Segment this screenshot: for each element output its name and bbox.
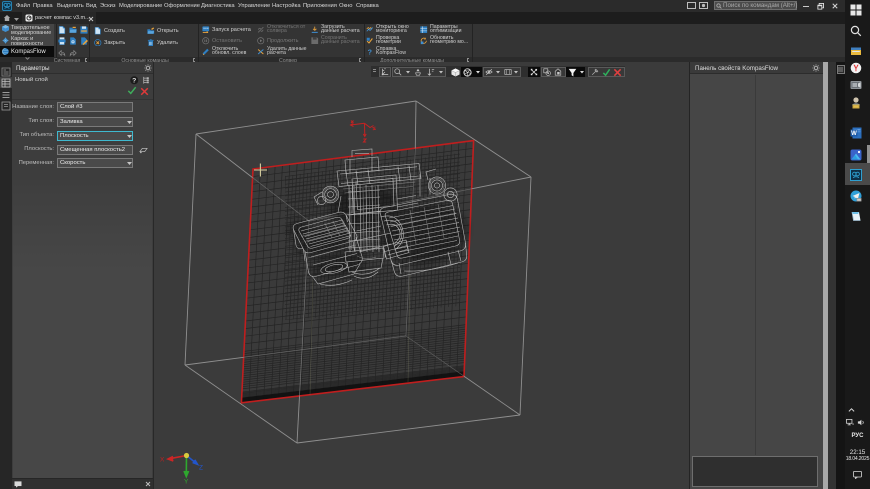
svg-text:Y: Y	[184, 479, 189, 486]
svg-text:?: ?	[368, 48, 372, 55]
svg-text:?: ?	[132, 78, 136, 85]
svg-text:X: X	[160, 457, 165, 464]
svg-text:Z: Z	[199, 465, 203, 472]
svg-text:W: W	[851, 131, 857, 137]
